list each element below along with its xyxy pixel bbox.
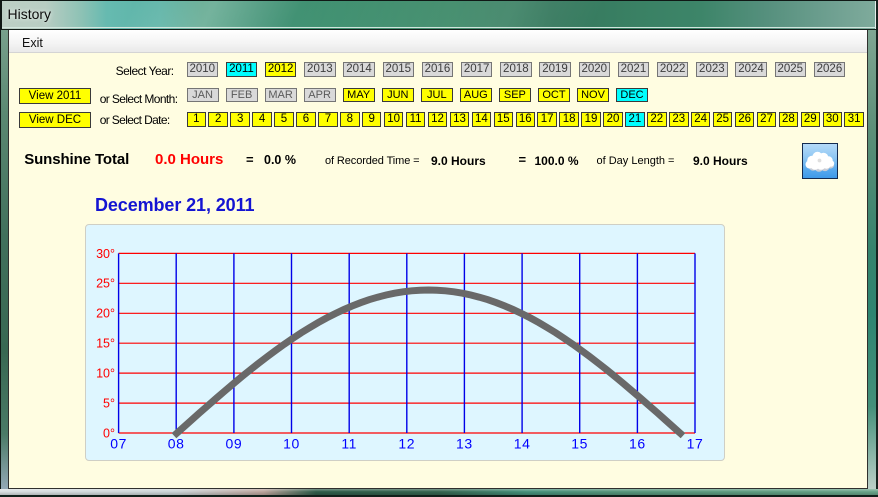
svg-text:15°: 15° <box>96 337 115 351</box>
svg-text:12: 12 <box>398 436 415 452</box>
svg-text:11: 11 <box>341 436 357 452</box>
svg-text:14: 14 <box>514 436 531 452</box>
svg-text:20°: 20° <box>96 307 115 321</box>
svg-text:5°: 5° <box>103 397 115 411</box>
svg-text:09: 09 <box>226 436 243 452</box>
svg-text:10: 10 <box>283 436 300 452</box>
svg-text:07: 07 <box>110 436 127 452</box>
svg-text:30°: 30° <box>96 247 115 261</box>
svg-text:25°: 25° <box>96 277 115 291</box>
svg-text:16: 16 <box>629 436 646 452</box>
svg-text:10°: 10° <box>96 367 115 381</box>
svg-text:13: 13 <box>456 436 473 452</box>
svg-text:17: 17 <box>687 436 704 452</box>
svg-text:15: 15 <box>571 436 588 452</box>
